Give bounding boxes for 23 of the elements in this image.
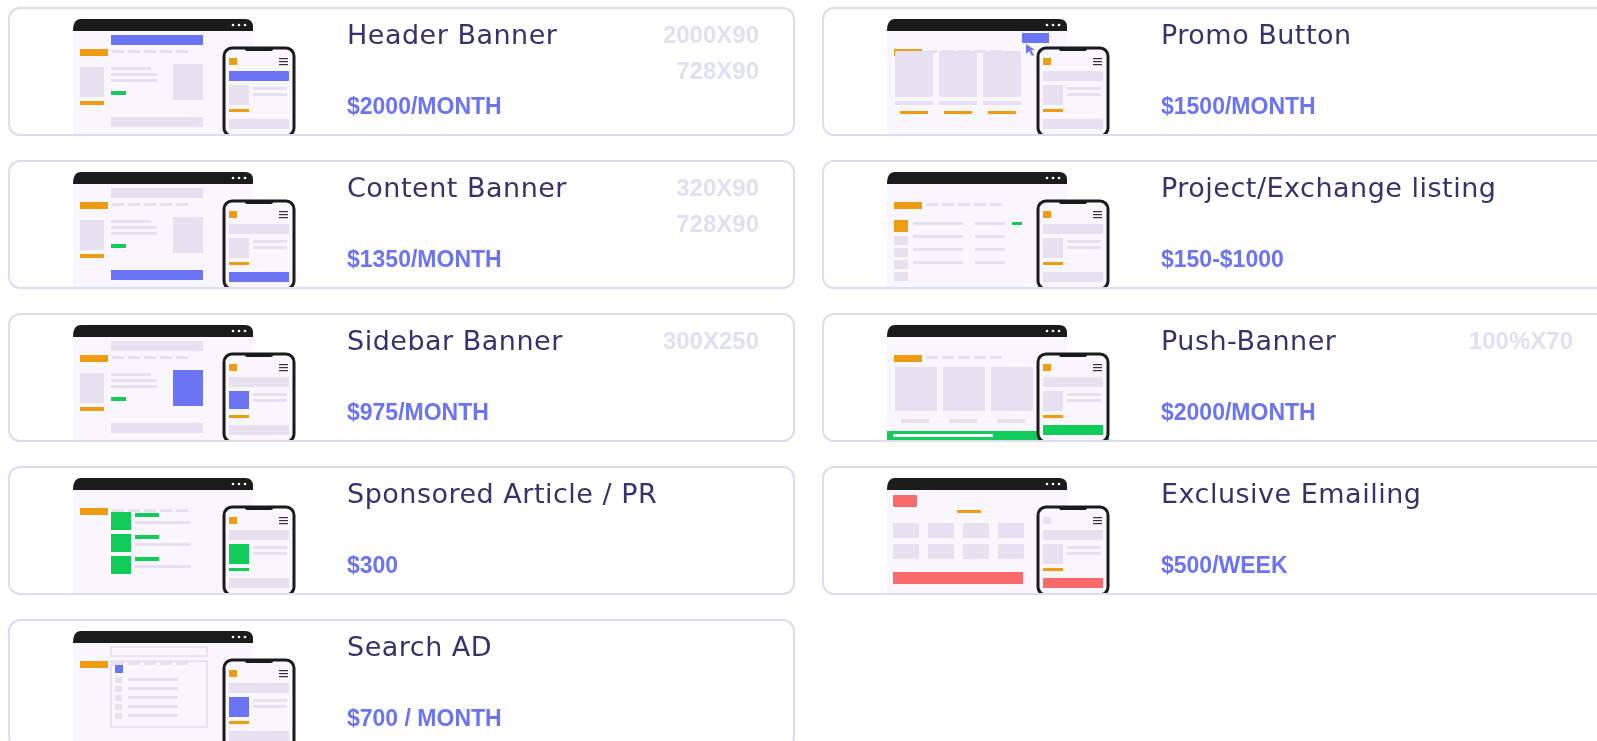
ad-option-card[interactable]: Promo Button $1500/MONTH bbox=[822, 7, 1597, 136]
ad-price: $975/MONTH bbox=[347, 399, 490, 426]
ad-title: Promo Button bbox=[1161, 19, 1352, 50]
ad-title: Search AD bbox=[347, 631, 494, 662]
ad-option-card[interactable]: Exclusive Emailing $500/WEEK bbox=[822, 466, 1597, 595]
ad-price: $150-$1000 bbox=[1161, 246, 1285, 273]
ad-title: Exclusive Emailing bbox=[1161, 478, 1422, 509]
ad-option-card[interactable]: Sponsored Article / PR $300 bbox=[8, 466, 795, 595]
ad-title: Content Banner bbox=[347, 172, 567, 203]
ad-title: Header Banner bbox=[347, 19, 558, 50]
ad-price: $500/WEEK bbox=[1161, 552, 1289, 579]
ad-title: Project/Exchange listing bbox=[1161, 172, 1497, 203]
ad-title: Sidebar Banner bbox=[347, 325, 563, 356]
ad-price: $1500/MONTH bbox=[1161, 93, 1317, 120]
ad-price: $2000/MONTH bbox=[347, 93, 503, 120]
ad-price: $300 bbox=[347, 552, 400, 579]
ad-title: Push-Banner bbox=[1161, 325, 1337, 356]
ad-price: $1350/MONTH bbox=[347, 246, 503, 273]
ad-price: $700 / MONTH bbox=[347, 705, 502, 732]
ad-option-card[interactable]: Search AD $700 / MONTH bbox=[8, 619, 795, 741]
ad-option-card[interactable]: Project/Exchange listing $150-$1000 bbox=[822, 160, 1597, 289]
ad-title: Sponsored Article / PR bbox=[347, 478, 658, 509]
ad-price: $2000/MONTH bbox=[1161, 399, 1317, 426]
